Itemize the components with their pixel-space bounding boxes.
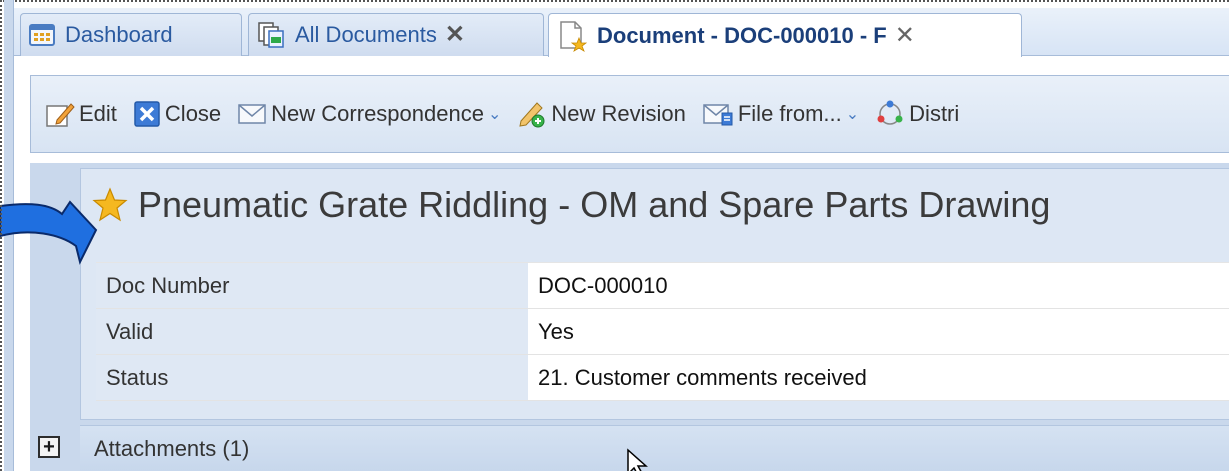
distribute-button[interactable]: Distri (875, 99, 959, 129)
chevron-down-icon[interactable]: ⌄ (488, 104, 501, 124)
document-title: Pneumatic Grate Riddling - OM and Spare … (138, 184, 1051, 225)
tab-label: Document - DOC-000010 - F (597, 22, 887, 48)
document-star-icon (557, 20, 587, 52)
field-value: Yes (528, 309, 1229, 354)
mouse-pointer-icon (627, 448, 648, 471)
documents-icon (257, 21, 285, 49)
close-box-icon (133, 100, 161, 128)
new-revision-icon (517, 99, 547, 129)
envelope-icon (237, 102, 267, 126)
tab-bar: Dashboard All Documents ✕ Document - DOC… (14, 8, 1229, 57)
callout-arrow-icon (0, 200, 98, 265)
new-revision-button[interactable]: New Revision (517, 99, 686, 129)
new-revision-label: New Revision (551, 101, 686, 126)
new-correspondence-label: New Correspondence (271, 101, 484, 126)
close-button[interactable]: Close (133, 100, 221, 128)
tab-label: Dashboard (65, 22, 173, 47)
field-row: Valid Yes (96, 309, 1229, 355)
file-from-label: File from... (737, 101, 842, 126)
close-icon[interactable]: ✕ (445, 23, 465, 47)
field-label: Status (96, 355, 528, 400)
file-from-icon (702, 101, 734, 127)
edit-label: Edit (79, 101, 117, 126)
document-title-row: Pneumatic Grate Riddling - OM and Spare … (92, 172, 1050, 238)
field-label: Doc Number (96, 263, 528, 308)
distribute-icon (875, 99, 905, 129)
field-row: Doc Number DOC-000010 (96, 263, 1229, 309)
tab-label: All Documents (295, 22, 437, 47)
field-label: Valid (96, 309, 528, 354)
app-window: Dashboard All Documents ✕ Document - DOC… (0, 0, 1229, 471)
window-left-border (0, 0, 6, 471)
close-icon[interactable]: ✕ (895, 23, 915, 48)
field-row: Status 21. Customer comments received (96, 355, 1229, 401)
distribute-label: Distri (909, 101, 960, 126)
window-border (0, 0, 1229, 4)
file-from-button[interactable]: File from... ⌄ (702, 101, 859, 127)
plus-icon: + (43, 436, 55, 458)
chevron-down-icon[interactable]: ⌄ (846, 104, 859, 124)
field-value: 21. Customer comments received (528, 355, 1229, 400)
field-value: DOC-000010 (528, 263, 1229, 308)
tab-dashboard[interactable]: Dashboard (20, 13, 242, 56)
edit-button[interactable]: Edit (45, 100, 117, 128)
dashboard-icon (29, 24, 55, 46)
document-fields-table: Doc Number DOC-000010 Valid Yes Status 2… (96, 262, 1229, 401)
expand-attachments-button[interactable]: + (38, 436, 60, 458)
document-toolbar: Edit Close New Correspondence ⌄ New Revi… (30, 75, 1229, 153)
attachments-label: Attachments (1) (94, 435, 250, 461)
edit-icon (45, 100, 75, 128)
close-label: Close (164, 101, 222, 126)
tab-all-documents[interactable]: All Documents ✕ (248, 13, 544, 56)
tab-document-detail[interactable]: Document - DOC-000010 - F ✕ (548, 13, 1022, 57)
new-correspondence-button[interactable]: New Correspondence ⌄ (237, 101, 501, 127)
